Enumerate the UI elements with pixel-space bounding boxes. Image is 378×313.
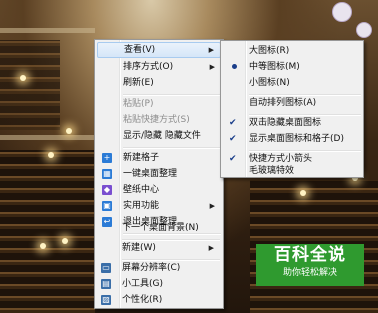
menu-item-paste-shortcut[interactable]: 粘贴快捷方式(S) [97, 112, 221, 128]
menu-item-sort[interactable]: 排序方式(O) ▶ [97, 59, 221, 75]
menu-item-label: 小图标(N) [249, 78, 290, 88]
menu-item-paste[interactable]: 粘贴(P) [97, 96, 221, 112]
menu-item-utilities[interactable]: ▣ 实用功能 ▶ [97, 198, 221, 214]
menu-item-label: 大图标(R) [249, 46, 290, 56]
watermark-subtitle: 助你轻松解决 [282, 268, 337, 278]
menu-item-label: 显示/隐藏 隐藏文件 [123, 131, 201, 141]
menu-item-new-fence[interactable]: + 新建格子 [97, 150, 221, 166]
desktop-context-menu: 查看(V) ▶ 排序方式(O) ▶ 刷新(E) 粘贴(P) 粘贴快捷方式(S) … [94, 39, 224, 309]
menu-item-label: 新建格子 [123, 153, 160, 163]
menu-item-toggle-hidden-files[interactable]: 显示/隐藏 隐藏文件 [97, 128, 221, 144]
watermark-title: 百科全说 [274, 245, 346, 265]
grid-icon: ▦ [102, 169, 112, 179]
menu-item-label: 粘贴快捷方式(S) [123, 115, 190, 125]
submenu-arrow-icon: ▶ [209, 202, 215, 210]
submenu-item-auto-arrange[interactable]: 自动排列图标(A) [223, 95, 361, 111]
menu-item-label: 毛玻璃特效 [249, 166, 295, 176]
submenu-arrow-icon: ▶ [209, 63, 215, 71]
submenu-item-small-icons[interactable]: 小图标(N) [223, 75, 361, 91]
desktop-widget[interactable] [356, 22, 372, 38]
checkmark-icon: ✔ [229, 118, 237, 128]
watermark-logo: 百科全说 助你轻松解决 [256, 244, 364, 286]
menu-item-view[interactable]: 查看(V) ▶ [97, 42, 221, 58]
menu-item-label: 粘贴(P) [123, 99, 154, 109]
submenu-item-double-click-hide[interactable]: ✔ 双击隐藏桌面图标 [223, 115, 361, 131]
cube-icon: ◆ [102, 185, 112, 195]
menu-item-label: 一键桌面整理 [123, 169, 178, 179]
submenu-item-frosted-glass[interactable]: 毛玻璃特效 [223, 165, 361, 177]
menu-item-label: 显示桌面图标和格子(D) [249, 134, 344, 144]
menu-item-label: 排序方式(O) [123, 62, 174, 72]
submenu-arrow-icon: ▶ [208, 46, 214, 54]
plus-icon: + [102, 153, 112, 163]
menu-item-label: 快捷方式小箭头 [249, 154, 313, 164]
menu-item-label: 自动排列图标(A) [249, 98, 317, 108]
menu-item-label: 刷新(E) [123, 78, 154, 88]
menu-item-label: 实用功能 [123, 201, 160, 211]
menu-item-refresh[interactable]: 刷新(E) [97, 75, 221, 91]
menu-item-wallpaper-center[interactable]: ◆ 壁纸中心 [97, 182, 221, 198]
menu-item-label: 查看(V) [124, 45, 156, 55]
menu-item-next-desktop-bg[interactable] [97, 221, 221, 237]
menu-item-label: 双击隐藏桌面图标 [249, 118, 322, 128]
menu-item-label: 中等图标(M) [249, 62, 300, 72]
checkmark-icon: ✔ [229, 134, 237, 144]
desktop-widget[interactable] [332, 2, 352, 22]
view-submenu: 大图标(R) 中等图标(M) 小图标(N) 自动排列图标(A) ✔ 双击隐藏桌面… [220, 40, 364, 178]
submenu-item-medium-icons[interactable]: 中等图标(M) [223, 59, 361, 75]
menu-item-label: 壁纸中心 [123, 185, 160, 195]
radio-selected-icon [232, 64, 237, 69]
menu-item-one-click-organize[interactable]: ▦ 一键桌面整理 [97, 166, 221, 182]
submenu-item-show-icons-and-fences[interactable]: ✔ 显示桌面图标和格子(D) [223, 131, 361, 147]
toolbox-icon: ▣ [102, 201, 112, 211]
submenu-item-large-icons[interactable]: 大图标(R) [223, 43, 361, 59]
